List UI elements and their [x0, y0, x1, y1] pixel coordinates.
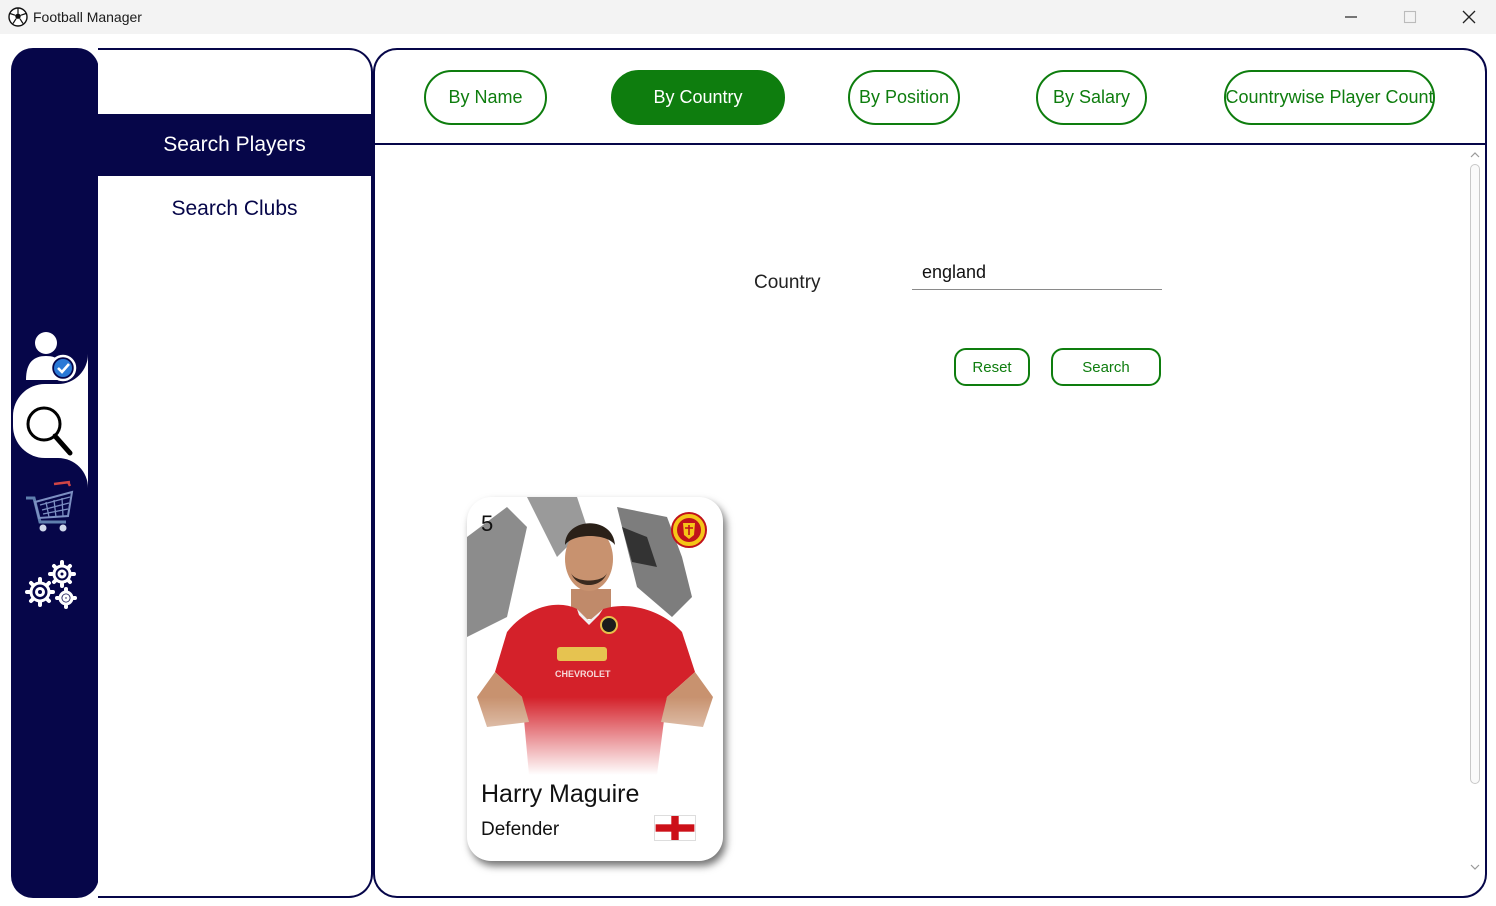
tab-countrywise-player-count[interactable]: Countrywise Player Count	[1224, 70, 1435, 125]
scroll-down-icon[interactable]	[1469, 862, 1481, 872]
close-icon	[1462, 10, 1476, 24]
player-position: Defender	[481, 819, 560, 840]
settings-gears-icon[interactable]	[24, 554, 78, 610]
title-bar: Football Manager	[0, 0, 1496, 34]
tab-by-country[interactable]: By Country	[611, 70, 785, 125]
search-mode-tabs: By Name By Country By Position By Salary…	[375, 50, 1485, 145]
tab-by-name[interactable]: By Name	[424, 70, 547, 125]
window-title: Football Manager	[33, 9, 142, 25]
maximize-button[interactable]	[1381, 0, 1439, 34]
close-button[interactable]	[1440, 0, 1496, 34]
manchester-united-badge-icon	[671, 512, 707, 548]
nav-item-search-players[interactable]: Search Players	[98, 114, 371, 176]
search-button[interactable]: Search	[1051, 348, 1161, 386]
country-input[interactable]	[912, 256, 1162, 290]
search-icon[interactable]	[24, 402, 78, 458]
minimize-button[interactable]	[1322, 0, 1380, 34]
country-label: Country	[754, 272, 821, 293]
scroll-thumb[interactable]	[1470, 164, 1480, 784]
maximize-icon	[1403, 10, 1417, 24]
tab-by-position[interactable]: By Position	[848, 70, 960, 125]
main-panel: By Name By Country By Position By Salary…	[373, 48, 1487, 898]
minimize-icon	[1345, 16, 1357, 18]
scroll-up-icon[interactable]	[1469, 150, 1481, 160]
window-content: Search Players Search Clubs By Name By C…	[0, 34, 1496, 906]
shopping-cart-icon[interactable]	[24, 478, 78, 534]
tab-by-salary[interactable]: By Salary	[1036, 70, 1147, 125]
player-card[interactable]: CHEVROLET 5 Harry Maguire Defender	[467, 497, 723, 861]
england-flag-icon	[654, 815, 696, 841]
reset-button[interactable]: Reset	[954, 348, 1030, 386]
player-name: Harry Maguire	[481, 780, 640, 808]
soccer-ball-icon	[8, 7, 28, 27]
user-check-icon[interactable]	[24, 328, 78, 384]
vertical-scrollbar[interactable]	[1467, 148, 1483, 876]
player-number: 5	[481, 511, 494, 536]
navigation-panel: Search Players Search Clubs	[98, 48, 373, 898]
nav-item-search-clubs[interactable]: Search Clubs	[98, 178, 371, 240]
